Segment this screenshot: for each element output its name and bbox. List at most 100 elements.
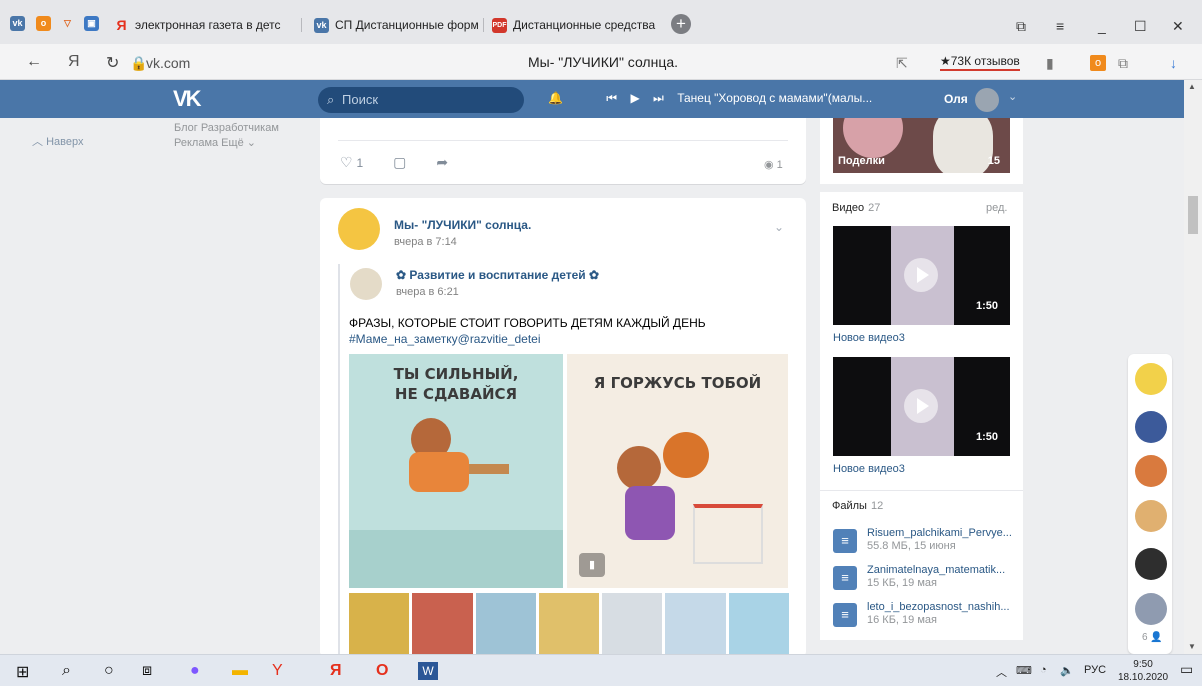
play-icon[interactable]: ▶: [630, 91, 639, 105]
scrollbar-thumb[interactable]: [1188, 196, 1198, 234]
like-button[interactable]: ♡ 1: [340, 154, 363, 171]
play-icon[interactable]: [904, 258, 938, 292]
footer-links-line2[interactable]: Реклама Ещё ⌄: [174, 136, 279, 151]
task-view-icon[interactable]: ⧈: [142, 662, 152, 680]
thumbnail[interactable]: [665, 593, 726, 655]
online-friends-count[interactable]: 6 👤: [1142, 632, 1163, 643]
reload-icon[interactable]: ↻: [106, 53, 119, 73]
video-thumbnail[interactable]: 1:50: [833, 357, 1010, 456]
cortana-icon[interactable]: ○: [104, 662, 114, 680]
clock[interactable]: 9:50 18.10.2020: [1118, 658, 1168, 684]
hamburger-menu-icon[interactable]: ≡: [1056, 18, 1064, 34]
thumbnail[interactable]: [602, 593, 663, 655]
reviews-badge[interactable]: ★73К отзывов: [940, 54, 1020, 71]
videos-section-title[interactable]: Видео 27: [832, 202, 880, 214]
video-title[interactable]: Новое видео3: [833, 332, 905, 344]
videos-count: 27: [868, 202, 881, 214]
bookmark-icon[interactable]: ▮: [1046, 55, 1054, 72]
extensions-icon[interactable]: ⧉: [1118, 55, 1128, 72]
file-item[interactable]: ≡ Risuem_palchikami_Pervye... 55.8 МБ, 1…: [833, 527, 1013, 559]
ok-pinned-tab-icon[interactable]: о: [36, 16, 51, 31]
tab-label: Дистанционные средства: [513, 18, 656, 32]
close-window-button[interactable]: ✕: [1172, 18, 1184, 35]
back-arrow-icon[interactable]: ←: [26, 53, 42, 71]
file-item[interactable]: ≡ leto_i_bezopasnost_nashih... 16 КБ, 19…: [833, 601, 1013, 633]
now-playing-title[interactable]: Танец "Хоровод с мамами"(малы...: [677, 91, 872, 105]
send-pinned-tab-icon[interactable]: ▽: [60, 16, 75, 31]
file-item[interactable]: ≡ Zanimatelnaya_matematik... 15 КБ, 19 м…: [833, 564, 1013, 596]
tab-pdf[interactable]: PDF Дистанционные средства: [492, 12, 658, 38]
thumbnail[interactable]: [475, 593, 536, 655]
url-field[interactable]: vk.com: [146, 52, 190, 74]
video-title[interactable]: Новое видео3: [833, 463, 905, 475]
video-thumbnail[interactable]: 1:50: [833, 226, 1010, 325]
post-hashtag[interactable]: #Маме_на_заметку@razvitie_detei: [349, 332, 541, 346]
minimize-button[interactable]: _: [1098, 18, 1106, 34]
chevron-down-icon[interactable]: ⌄: [1008, 90, 1017, 103]
share-icon[interactable]: ➦: [436, 154, 448, 171]
chevron-down-icon[interactable]: ⌄: [774, 220, 784, 234]
footer-links-line1[interactable]: Блог Разработчикам: [174, 121, 279, 136]
vk-logo[interactable]: VK: [173, 86, 202, 112]
repost-author[interactable]: ✿ Развитие и воспитание детей ✿: [396, 268, 599, 282]
downloads-icon[interactable]: ↓: [1170, 55, 1177, 71]
vk-pinned-tab-icon[interactable]: vk: [10, 16, 25, 31]
files-section-title[interactable]: Файлы 12: [832, 500, 883, 512]
scroll-up-button[interactable]: ︿ Наверх: [32, 133, 83, 149]
repost-time[interactable]: вчера в 6:21: [396, 286, 459, 298]
scroll-up-arrow-icon[interactable]: ▲: [1188, 82, 1196, 91]
avatar[interactable]: [1135, 500, 1167, 532]
alice-icon[interactable]: ●: [190, 662, 200, 680]
yandex-home-icon[interactable]: Я: [68, 53, 80, 71]
search-icon[interactable]: ⌕: [62, 662, 71, 680]
file-explorer-icon[interactable]: ▬: [232, 662, 248, 680]
thumbnail[interactable]: [538, 593, 600, 655]
previous-track-icon[interactable]: ⏮: [606, 91, 617, 105]
yandex-icon[interactable]: Я: [330, 662, 342, 680]
tab-menu-icon[interactable]: ⧉: [1016, 18, 1026, 35]
scroll-down-arrow-icon[interactable]: ▼: [1188, 642, 1196, 651]
avatar[interactable]: [1135, 548, 1167, 580]
ok-extension-icon[interactable]: о: [1090, 55, 1106, 71]
next-track-icon[interactable]: ⏭: [653, 91, 664, 105]
post-image-strong[interactable]: ТЫ СИЛЬНЫЙ, НЕ СДАВАЙСЯ: [349, 354, 563, 588]
maximize-button[interactable]: ☐: [1134, 18, 1147, 35]
comment-icon[interactable]: ▢: [393, 154, 406, 171]
avatar[interactable]: [1135, 455, 1167, 487]
thumbnail[interactable]: [349, 593, 410, 655]
notifications-bell-icon[interactable]: 🔔: [548, 91, 563, 105]
avatar[interactable]: [975, 88, 999, 112]
avatar[interactable]: [350, 268, 382, 300]
post-time[interactable]: вчера в 7:14: [394, 236, 457, 248]
bookmark-icon[interactable]: ▮: [579, 553, 605, 577]
keyboard-icon[interactable]: ⌨: [1016, 664, 1032, 677]
thumbnail[interactable]: [412, 593, 473, 655]
search-input[interactable]: ⌕ Поиск: [318, 87, 524, 113]
album-podělki[interactable]: Поделки 15: [833, 118, 1010, 173]
lock-icon[interactable]: 🔒: [130, 55, 147, 72]
tray-expand-icon[interactable]: ︿: [996, 664, 1007, 680]
word-icon[interactable]: W: [418, 662, 438, 680]
volume-icon[interactable]: 🔈: [1060, 664, 1074, 677]
opera-icon[interactable]: O: [376, 662, 388, 680]
tab-newspaper[interactable]: Я электронная газета в детс: [114, 12, 294, 38]
play-icon[interactable]: [904, 389, 938, 423]
share-icon[interactable]: ⇱: [896, 55, 908, 72]
notifications-icon[interactable]: ▭: [1180, 661, 1193, 678]
page-scrollbar[interactable]: ▲ ▼: [1184, 80, 1202, 654]
avatar[interactable]: [1135, 363, 1167, 395]
wifi-icon[interactable]: ◔: [1040, 664, 1047, 676]
edit-link[interactable]: ред.: [986, 202, 1007, 214]
language-indicator[interactable]: РУС: [1084, 664, 1106, 676]
tab-vk-sp[interactable]: vk СП Дистанционные форм: [314, 12, 480, 38]
avatar[interactable]: [338, 208, 380, 250]
thumbnail[interactable]: [728, 593, 789, 655]
photo-pinned-tab-icon[interactable]: ▣: [84, 16, 99, 31]
new-tab-button[interactable]: +: [671, 14, 691, 34]
avatar[interactable]: [1135, 411, 1167, 443]
yandex-browser-icon[interactable]: Y: [272, 662, 283, 680]
post-author[interactable]: Мы- "ЛУЧИКИ" солнца.: [394, 218, 531, 232]
avatar[interactable]: [1135, 593, 1167, 625]
user-name[interactable]: Оля: [944, 92, 968, 106]
windows-start-icon[interactable]: ⊞: [16, 662, 29, 682]
